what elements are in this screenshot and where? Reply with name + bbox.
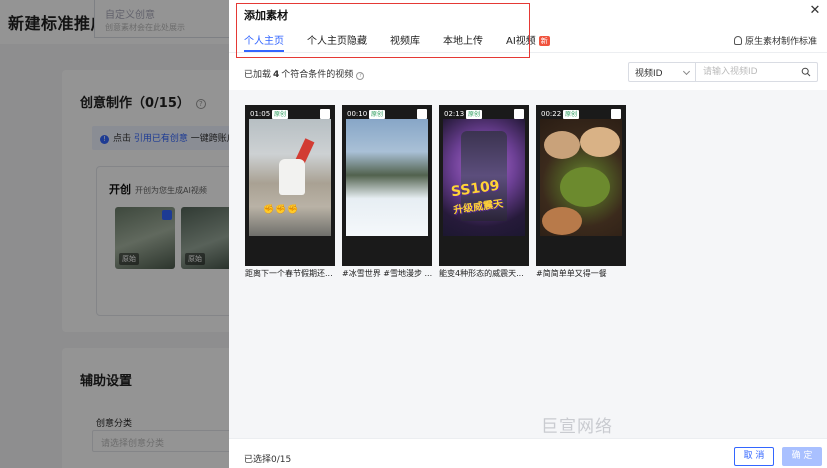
video-duration: 01:05 — [250, 110, 271, 118]
original-tag: 原创 — [563, 110, 580, 119]
source-tabs: 个人主页 个人主页隐藏 视频库 本地上传 AI视频新 — [244, 32, 573, 52]
close-button[interactable]: ✕ — [809, 3, 821, 18]
video-card[interactable]: 00:10 原创 #冰雪世界 #雪地漫步 ... — [342, 105, 432, 279]
close-icon: ✕ — [809, 3, 821, 18]
cancel-button[interactable]: 取 消 — [734, 447, 774, 466]
video-gallery: ✊✊✊ 01:05 原创 距离下一个春节假期还... 00:10 原创 #冰雪世… — [229, 90, 827, 438]
video-search: 视频ID — [628, 62, 818, 82]
video-cover-image — [346, 119, 428, 236]
original-tag: 原创 — [466, 110, 483, 119]
video-card[interactable]: 00:22 原创 #简简单单又得一餐 — [536, 105, 626, 279]
search-icon[interactable] — [801, 67, 811, 77]
add-material-drawer: 添加素材 ✕ 个人主页 个人主页隐藏 视频库 本地上传 AI视频新 原生素材制作… — [229, 0, 827, 468]
original-tag: 原创 — [272, 110, 289, 119]
video-id-input[interactable] — [696, 64, 796, 80]
video-duration: 00:10 — [347, 110, 368, 118]
video-title: 距离下一个春节假期还... — [245, 269, 333, 278]
video-title: #简简单单又得一餐 — [536, 269, 607, 278]
search-type-select[interactable]: 视频ID — [629, 63, 696, 81]
confirm-button[interactable]: 确 定 — [782, 447, 822, 466]
bulb-icon — [733, 36, 742, 45]
video-thumbnail[interactable]: 00:22 原创 — [536, 105, 626, 266]
video-title: #冰雪世界 #雪地漫步 ... — [342, 269, 432, 278]
native-standard-link[interactable]: 原生素材制作标准 — [733, 34, 817, 47]
tab-local-upload[interactable]: 本地上传 — [443, 32, 483, 52]
video-cover-image: ✊✊✊ — [249, 119, 331, 236]
original-tag: 原创 — [369, 110, 386, 119]
tabs-divider — [229, 52, 827, 53]
tab-personal-homepage[interactable]: 个人主页 — [244, 32, 284, 52]
tab-ai-video[interactable]: AI视频新 — [506, 32, 550, 52]
video-thumbnail[interactable]: SS109 升级威震天 02:13 原创 — [439, 105, 529, 266]
video-card[interactable]: SS109 升级威震天 02:13 原创 能变4种形态的威震天... — [439, 105, 529, 279]
video-cover-image: SS109 升级威震天 — [443, 119, 525, 236]
loaded-count: 已加载 4 个符合条件的视频? — [244, 67, 365, 80]
video-duration: 00:22 — [541, 110, 562, 118]
new-badge: 新 — [538, 36, 550, 46]
video-checkbox[interactable] — [320, 109, 330, 119]
video-checkbox[interactable] — [417, 109, 427, 119]
video-checkbox[interactable] — [514, 109, 524, 119]
video-card[interactable]: ✊✊✊ 01:05 原创 距离下一个春节假期还... — [245, 105, 335, 279]
fist-emoji-row: ✊✊✊ — [263, 205, 300, 215]
tab-personal-homepage-hidden[interactable]: 个人主页隐藏 — [307, 32, 367, 52]
video-duration: 02:13 — [444, 110, 465, 118]
watermark-text: 巨宣网络 — [541, 417, 613, 437]
chevron-down-icon — [682, 67, 691, 76]
tab-video-library[interactable]: 视频库 — [390, 32, 420, 52]
help-icon[interactable]: ? — [356, 72, 365, 80]
video-title: 能变4种形态的威震天... — [439, 269, 524, 278]
drawer-footer: 已选择0/15 取 消 确 定 — [229, 438, 827, 468]
video-thumbnail[interactable]: 00:10 原创 — [342, 105, 432, 266]
video-cover-image — [540, 119, 622, 236]
drawer-title: 添加素材 — [244, 9, 288, 22]
selected-count: 已选择0/15 — [244, 455, 292, 465]
video-thumbnail[interactable]: ✊✊✊ 01:05 原创 — [245, 105, 335, 266]
video-checkbox[interactable] — [611, 109, 621, 119]
